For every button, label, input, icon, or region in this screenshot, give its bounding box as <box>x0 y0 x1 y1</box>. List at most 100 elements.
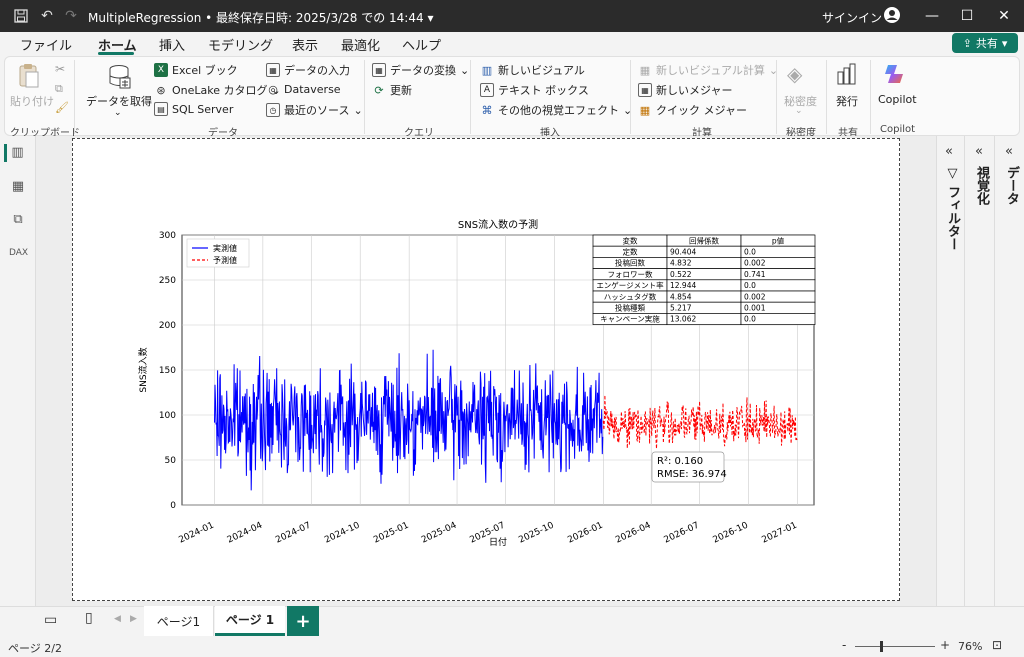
copy-icon[interactable]: ⧉ <box>55 82 63 96</box>
desktop-layout-icon[interactable]: ▭ <box>44 612 57 628</box>
dataverse-button[interactable]: ◎ Dataverse <box>266 82 340 96</box>
new-measure-button[interactable]: ▦ 新しいメジャー <box>638 82 732 98</box>
report-view-icon[interactable]: ▥ <box>4 144 28 162</box>
sensitivity-icon[interactable]: ◈ <box>787 62 802 86</box>
table-cell-text: 0.522 <box>670 270 692 279</box>
x-axis-label: 日付 <box>489 537 507 548</box>
redo-icon[interactable]: ↷ <box>62 7 80 25</box>
paste-button[interactable]: 貼り付け <box>10 93 54 109</box>
page-tab-1[interactable]: ページ1 <box>144 606 214 636</box>
collapse-visualizations-icon[interactable]: « <box>975 144 983 159</box>
table-cell-text: 5.217 <box>670 304 692 313</box>
copilot-button[interactable]: Copilot <box>878 93 917 106</box>
tab-view[interactable]: 表示 <box>292 35 318 54</box>
cut-icon[interactable]: ✂ <box>55 62 65 76</box>
filters-pane-title: ▽ フィルター <box>943 166 962 251</box>
tab-help[interactable]: ヘルプ <box>402 35 441 54</box>
table-cell-text: 0.002 <box>744 259 766 268</box>
scroll-right-icon[interactable]: ▶ <box>130 614 137 624</box>
paste-icon[interactable] <box>14 62 44 90</box>
more-visuals-button[interactable]: ⌘ その他の視覚エフェクト ⌄ <box>480 102 633 118</box>
share-button[interactable]: ⇪ 共有 ▾ <box>952 33 1018 53</box>
zoom-slider[interactable] <box>855 646 935 647</box>
new-visual-calc-label: 新しいビジュアル計算 <box>656 64 765 77</box>
quick-measure-label: クイック メジャー <box>656 104 747 117</box>
zoom-slider-thumb[interactable] <box>880 641 883 652</box>
chevron-down-icon[interactable]: ⌄ <box>114 108 122 118</box>
chevron-down-icon: ⌄ <box>353 103 363 117</box>
table-cell-text: 投稿種類 <box>615 303 645 313</box>
transform-data-button[interactable]: ▦ データの変換 ⌄ <box>372 62 469 78</box>
ribbon-divider <box>74 60 75 134</box>
visualizations-pane[interactable]: « 視覚化 <box>964 136 994 606</box>
zoom-level: 76% <box>958 640 983 653</box>
publish-icon[interactable] <box>836 62 858 89</box>
signin-link[interactable]: サインイン <box>822 9 882 26</box>
collapse-filters-icon[interactable]: « <box>945 144 953 159</box>
table-cell-text: 0.0 <box>744 281 756 290</box>
maximize-button[interactable]: ☐ <box>957 6 977 26</box>
report-page: 0 50 100 150 200 250 300 2024-01 2024-04 2024-07 2… <box>72 138 900 601</box>
x-tick-label: 2026-04 <box>614 521 653 546</box>
onelake-label: OneLake カタログ <box>172 84 268 97</box>
database-icon[interactable] <box>106 63 132 89</box>
refresh-button[interactable]: ⟳ 更新 <box>372 82 412 98</box>
menu-bar <box>0 32 1024 56</box>
recent-sources-button[interactable]: ◷ 最近のソース ⌄ <box>266 102 363 118</box>
y-tick-label: 50 <box>165 456 177 466</box>
new-visual-button[interactable]: ▥ 新しいビジュアル <box>480 62 585 78</box>
minimize-button[interactable]: — <box>922 6 942 26</box>
chevron-down-icon[interactable]: ▾ <box>427 11 433 25</box>
zoom-out-icon[interactable]: - <box>842 638 846 652</box>
ribbon-divider <box>470 60 471 134</box>
quick-measure-button[interactable]: ▦ クイック メジャー <box>638 102 747 118</box>
undo-icon[interactable]: ↶ <box>38 7 56 25</box>
tab-file[interactable]: ファイル <box>20 35 72 54</box>
data-pane[interactable]: « データ <box>994 136 1024 606</box>
onelake-catalog-button[interactable]: ⊛ OneLake カタログ ⌄ <box>154 82 280 98</box>
filters-pane[interactable]: « ▽ フィルター <box>936 136 964 606</box>
copilot-icon[interactable] <box>882 62 908 89</box>
document-title[interactable]: MultipleRegression • 最終保存日時: 2025/3/28 で… <box>88 9 433 26</box>
text-box-button[interactable]: A テキスト ボックス <box>480 82 589 98</box>
y-tick-label: 100 <box>159 411 176 421</box>
chevron-down-icon[interactable]: ⌄ <box>795 106 803 116</box>
model-view-icon[interactable]: ⧉ <box>9 211 27 229</box>
chart-visual[interactable]: 0 50 100 150 200 250 300 2024-01 2024-04 2024-07 2… <box>73 139 899 600</box>
more-visuals-icon: ⌘ <box>481 103 493 117</box>
dax-query-view-icon[interactable]: DAX <box>9 244 28 262</box>
new-visual-calculation-button[interactable]: ▦ 新しいビジュアル計算 ⌄ <box>638 62 778 78</box>
sql-server-button[interactable]: ▤ SQL Server <box>154 102 233 116</box>
tab-optimize[interactable]: 最適化 <box>341 35 380 54</box>
chevron-down-icon: ⌄ <box>460 63 470 77</box>
table-view-icon[interactable]: ▦ <box>9 178 27 196</box>
page-tab-2[interactable]: ページ 1 <box>215 606 285 636</box>
scroll-left-icon[interactable]: ◀ <box>114 614 121 624</box>
legend-label: 予測値 <box>213 255 237 265</box>
get-data-button[interactable]: データを取得 <box>86 93 152 109</box>
account-icon[interactable] <box>883 6 901 24</box>
format-painter-icon[interactable]: 🖌 <box>55 101 69 114</box>
publish-button[interactable]: 発行 <box>836 93 858 109</box>
r-squared-label: R²: 0.160 <box>657 456 703 467</box>
refresh-label: 更新 <box>390 84 412 97</box>
transform-icon: ▦ <box>372 63 386 77</box>
collapse-data-icon[interactable]: « <box>1005 144 1013 159</box>
excel-workbook-button[interactable]: X Excel ブック <box>154 62 238 78</box>
x-tick-label: 2024-04 <box>226 521 265 546</box>
filters-label: フィルター <box>945 185 960 251</box>
save-icon[interactable] <box>12 7 30 25</box>
table-cell-text: 4.854 <box>670 292 692 301</box>
table-cell-text: 12.944 <box>670 281 696 290</box>
share-label: 共有 <box>975 37 998 50</box>
close-button[interactable]: ✕ <box>994 6 1014 26</box>
add-page-button[interactable]: + <box>287 606 319 636</box>
y-tick-label: 0 <box>170 501 176 511</box>
mobile-layout-icon[interactable]: ▯ <box>85 610 93 626</box>
zoom-in-icon[interactable]: + <box>940 638 950 652</box>
enter-data-button[interactable]: ▦ データの入力 <box>266 62 350 78</box>
tab-insert[interactable]: 挿入 <box>159 35 185 54</box>
fit-to-page-icon[interactable]: ⊡ <box>992 638 1002 652</box>
x-tick-label: 2024-07 <box>274 521 312 546</box>
tab-modeling[interactable]: モデリング <box>208 35 273 54</box>
